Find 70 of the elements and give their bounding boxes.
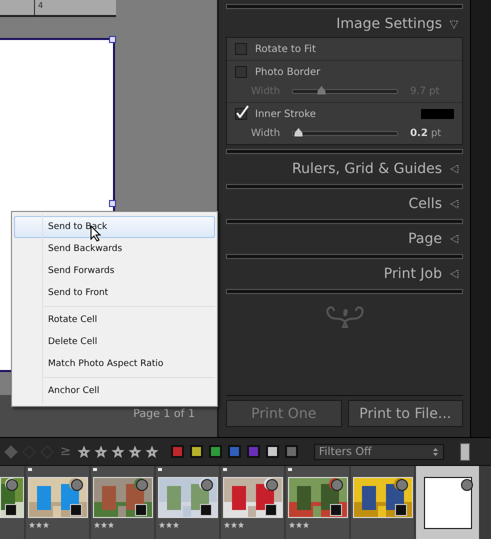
color-label-filter[interactable] [228, 445, 241, 458]
color-label-filter[interactable] [208, 445, 222, 458]
panel-title: Print Job [384, 266, 442, 282]
color-swatch[interactable] [421, 109, 454, 119]
filmstrip-cell[interactable] [221, 466, 284, 539]
panel-header[interactable]: Rulers, Grid & Guides [226, 156, 463, 182]
panel-title: Image Settings [336, 16, 442, 32]
star-icon[interactable] [144, 444, 159, 458]
expand-triangle-icon[interactable] [450, 200, 459, 208]
menu-item[interactable]: Match Photo Aspect Ratio [14, 353, 215, 375]
filmstrip-cell[interactable] [286, 466, 349, 539]
filmstrip-cell[interactable] [351, 466, 414, 539]
ruler-label: 4 [38, 1, 44, 10]
expand-triangle-icon[interactable] [450, 234, 459, 244]
color-label-filter[interactable] [170, 445, 184, 458]
slider-thumb[interactable] [294, 128, 304, 137]
scrollbar[interactable] [470, 0, 491, 437]
panel-title: Rulers, Grid & Guides [292, 161, 442, 177]
menu-item[interactable]: Send to Front [14, 282, 215, 304]
color-label-filter[interactable] [284, 445, 298, 458]
menu-item[interactable]: Delete Cell [14, 331, 215, 353]
checkbox[interactable] [235, 43, 247, 55]
page-count: Page 1 of 1 [133, 407, 195, 420]
color-label-filter[interactable] [266, 445, 279, 458]
blank-thumbnail [424, 477, 472, 529]
expand-triangle-icon[interactable] [450, 164, 459, 174]
menu-item[interactable]: Anchor Cell [14, 380, 215, 402]
spinner-arrows-icon [432, 446, 439, 456]
resize-handle[interactable] [109, 200, 116, 207]
star-icon[interactable] [76, 444, 91, 458]
menu-item[interactable]: Send Forwards [14, 260, 215, 282]
filmstrip-cell[interactable] [91, 466, 154, 539]
resize-handle[interactable] [109, 36, 116, 43]
flag-icon [28, 468, 32, 471]
filters-dropdown[interactable]: Filters Off [314, 444, 444, 460]
flag-icon [93, 468, 97, 471]
filmstrip-cell[interactable] [0, 466, 24, 539]
slider-track[interactable] [292, 89, 398, 94]
panel-title: Cells [408, 196, 442, 212]
collapse-triangle-icon[interactable] [450, 20, 459, 28]
option-label: Inner Stroke [255, 108, 316, 120]
panel-header[interactable]: Page [226, 226, 463, 252]
color-label-filter[interactable] [190, 445, 203, 458]
panel-header[interactable]: Print Job [226, 261, 463, 287]
filmstrip-cell[interactable] [156, 466, 219, 539]
checkbox[interactable] [235, 108, 247, 120]
option-label: Rotate to Fit [255, 44, 316, 54]
checkbox[interactable] [235, 66, 247, 78]
filmstrip-cell[interactable] [416, 466, 479, 539]
expand-triangle-icon[interactable] [450, 270, 459, 278]
slider-track[interactable] [292, 131, 398, 136]
filter-toggle[interactable] [460, 442, 470, 460]
flag-icon [288, 468, 292, 471]
print-to-file-button[interactable]: Print to File... [348, 400, 463, 427]
menu-item[interactable]: Rotate Cell [14, 309, 215, 331]
flag-icon [223, 468, 227, 471]
panel-header[interactable]: Cells [226, 191, 463, 217]
panel-header[interactable]: Image Settings [226, 11, 463, 37]
star-icon[interactable] [94, 444, 108, 458]
filmstrip-cell[interactable] [26, 466, 89, 539]
slider-value: 0.2 pt [410, 128, 442, 139]
menu-item[interactable]: Send Backwards [14, 238, 215, 260]
flag-icon [158, 468, 162, 471]
star-icon[interactable] [128, 444, 142, 458]
option-label: Photo Border [255, 66, 320, 78]
panel-title: Page [408, 231, 442, 247]
color-label-filter[interactable] [246, 445, 260, 458]
slider-label: Width [251, 128, 280, 139]
slider-thumb[interactable] [317, 86, 326, 95]
star-icon[interactable] [110, 444, 125, 458]
